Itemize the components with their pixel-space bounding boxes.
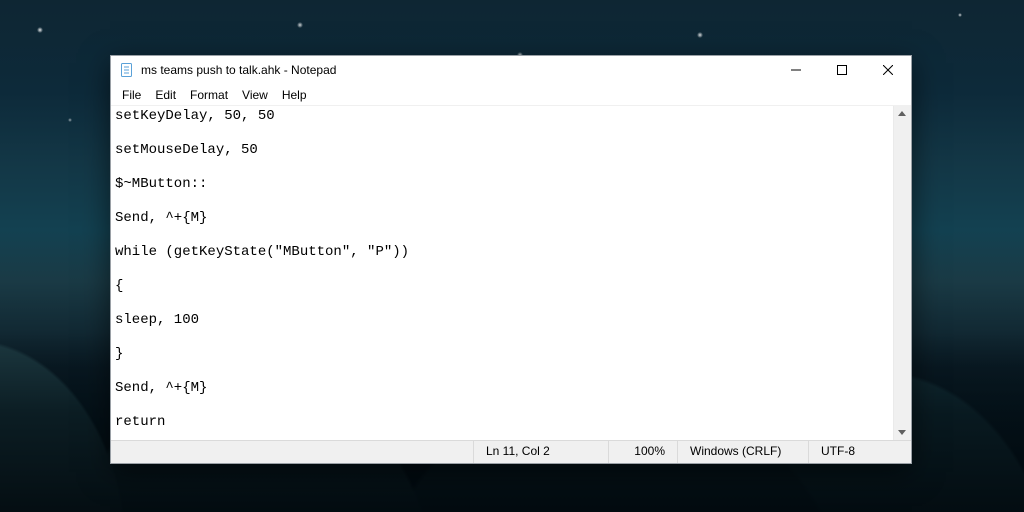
editor-area: setKeyDelay, 50, 50 setMouseDelay, 50 $~… — [111, 106, 911, 440]
window-title: ms teams push to talk.ahk - Notepad — [141, 63, 773, 77]
desktop-wallpaper: ms teams push to talk.ahk - Notepad File — [0, 0, 1024, 512]
menu-file[interactable]: File — [115, 87, 148, 103]
status-bar: Ln 11, Col 2 100% Windows (CRLF) UTF-8 — [111, 440, 911, 463]
text-editor[interactable]: setKeyDelay, 50, 50 setMouseDelay, 50 $~… — [111, 106, 893, 440]
menu-format[interactable]: Format — [183, 87, 235, 103]
vertical-scrollbar[interactable] — [893, 106, 911, 440]
status-zoom[interactable]: 100% — [608, 441, 677, 463]
window-controls — [773, 56, 911, 84]
status-eol: Windows (CRLF) — [677, 441, 808, 463]
minimize-button[interactable] — [773, 56, 819, 84]
close-button[interactable] — [865, 56, 911, 84]
status-encoding: UTF-8 — [808, 441, 911, 463]
status-spacer — [111, 441, 473, 463]
notepad-window: ms teams push to talk.ahk - Notepad File — [110, 55, 912, 464]
status-line-col: Ln 11, Col 2 — [473, 441, 608, 463]
menu-help[interactable]: Help — [275, 87, 314, 103]
maximize-button[interactable] — [819, 56, 865, 84]
window-titlebar[interactable]: ms teams push to talk.ahk - Notepad — [111, 56, 911, 85]
menu-edit[interactable]: Edit — [148, 87, 183, 103]
notepad-icon — [119, 62, 135, 78]
menu-bar: File Edit Format View Help — [111, 85, 911, 106]
menu-view[interactable]: View — [235, 87, 275, 103]
